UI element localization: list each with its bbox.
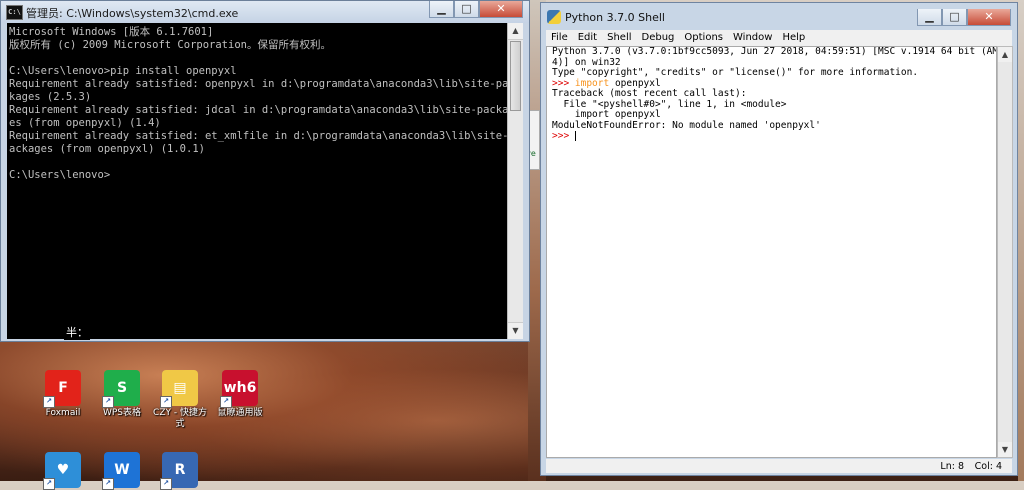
menu-item-file[interactable]: File — [546, 30, 573, 46]
shell-prompt: >>> — [552, 77, 575, 89]
import-module-name: openpyxl — [609, 77, 661, 89]
shortcut-arrow-icon: ↗ — [102, 478, 114, 490]
cmd-output: Microsoft Windows [版本 6.1.7601] 版权所有 (c)… — [9, 26, 511, 181]
desktop-icon[interactable]: R ↗ — [150, 452, 210, 490]
menu-item-options[interactable]: Options — [679, 30, 728, 46]
keyword-import: import — [574, 77, 610, 89]
maximize-button[interactable]: □ — [942, 9, 967, 26]
ime-status[interactable]: 半： — [64, 324, 90, 340]
scroll-up-arrow-icon[interactable]: ▲ — [998, 47, 1012, 62]
close-button[interactable]: ✕ — [967, 9, 1011, 26]
cmd-console[interactable]: Microsoft Windows [版本 6.1.7601] 版权所有 (c)… — [7, 23, 511, 339]
menu-item-shell[interactable]: Shell — [602, 30, 636, 46]
desktop-app-icon: F ↗ — [43, 370, 81, 408]
desktop-icon-label: Foxmail — [45, 408, 81, 418]
maximize-button[interactable]: □ — [454, 1, 479, 18]
desktop-app-icon: S ↗ — [102, 370, 140, 408]
desktop-icon[interactable]: F ↗ Foxmail — [33, 370, 93, 419]
python-titlebar[interactable]: Python 3.7.0 Shell ▁ □ ✕ — [541, 3, 1017, 29]
shell-line: Python 3.7.0 (v3.7.0:1bf9cc5093, Jun 27 … — [552, 46, 997, 57]
scroll-thumb[interactable] — [510, 41, 521, 111]
cmd-app-icon: C:\ — [6, 5, 23, 20]
shell-line: Traceback (most recent call last): — [552, 88, 747, 99]
shell-prompt: >>> — [552, 130, 575, 142]
desktop-app-icon: W ↗ — [102, 452, 140, 490]
text-cursor — [574, 131, 576, 141]
desktop-icon[interactable]: W ↗ — [92, 452, 152, 490]
desktop-icon[interactable]: ♥ ↗ — [33, 452, 93, 490]
python-shell-window[interactable]: Python 3.7.0 Shell ▁ □ ✕ File Edit Shell De… — [540, 2, 1018, 476]
shortcut-arrow-icon: ↗ — [102, 396, 114, 408]
desktop-icon[interactable]: wh6 ↗ 鼠瞭通用版 — [210, 370, 270, 419]
menu-item-window[interactable]: Window — [728, 30, 777, 46]
desktop-icon-label: CZY - 快捷方式 — [153, 408, 207, 429]
desktop-app-icon: R ↗ — [160, 452, 198, 490]
status-column: Col: 4 — [974, 461, 1002, 472]
shell-line: import openpyxl — [552, 109, 661, 120]
python-menubar: File Edit Shell Debug Options Window Help — [546, 30, 1012, 46]
minimize-button[interactable]: ▁ — [429, 1, 454, 18]
cmd-scrollbar[interactable]: ▲ ▼ — [507, 23, 523, 339]
desktop-app-icon: ♥ ↗ — [43, 452, 81, 490]
python-scrollbar[interactable]: ▲ ▼ — [997, 46, 1013, 458]
shortcut-arrow-icon: ↗ — [43, 478, 55, 490]
cmd-titlebar[interactable]: C:\ 管理员: C:\Windows\system32\cmd.exe ▁ □… — [1, 1, 529, 23]
desktop-icon-label: WPS表格 — [102, 408, 142, 418]
cmd-window[interactable]: C:\ 管理员: C:\Windows\system32\cmd.exe ▁ □… — [0, 0, 530, 342]
cmd-title: 管理员: C:\Windows\system32\cmd.exe — [26, 7, 239, 20]
menu-item-edit[interactable]: Edit — [573, 30, 602, 46]
shell-line: ModuleNotFoundError: No module named 'op… — [552, 119, 821, 131]
menu-item-help[interactable]: Help — [777, 30, 810, 46]
desktop-icon[interactable]: ▤ ↗ CZY - 快捷方式 — [150, 370, 210, 430]
desktop-app-icon: wh6 ↗ — [220, 370, 258, 408]
python-shell-text-area[interactable]: Python 3.7.0 (v3.7.0:1bf9cc5093, Jun 27 … — [546, 46, 997, 458]
scroll-down-arrow-icon[interactable]: ▼ — [508, 322, 523, 339]
desktop-icon[interactable]: S ↗ WPS表格 — [92, 370, 152, 419]
menu-item-debug[interactable]: Debug — [637, 30, 680, 46]
shortcut-arrow-icon: ↗ — [43, 396, 55, 408]
minimize-button[interactable]: ▁ — [917, 9, 942, 26]
python-app-icon — [547, 10, 561, 24]
shell-current-prompt[interactable]: >>> — [547, 131, 996, 142]
shortcut-arrow-icon: ↗ — [160, 396, 172, 408]
desktop-icon-label: 鼠瞭通用版 — [217, 408, 263, 418]
shortcut-arrow-icon: ↗ — [160, 478, 172, 490]
python-statusbar: Ln: 8 Col: 4 — [546, 459, 1012, 473]
shortcut-arrow-icon: ↗ — [220, 396, 232, 408]
status-line: Ln: 8 — [940, 461, 964, 472]
desktop-app-icon: ▤ ↗ — [160, 370, 198, 408]
desktop-wallpaper-edge — [1018, 0, 1024, 481]
scroll-down-arrow-icon[interactable]: ▼ — [998, 442, 1012, 457]
python-title: Python 3.7.0 Shell — [565, 11, 665, 24]
close-button[interactable]: ✕ — [479, 1, 523, 18]
scroll-up-arrow-icon[interactable]: ▲ — [508, 23, 523, 40]
